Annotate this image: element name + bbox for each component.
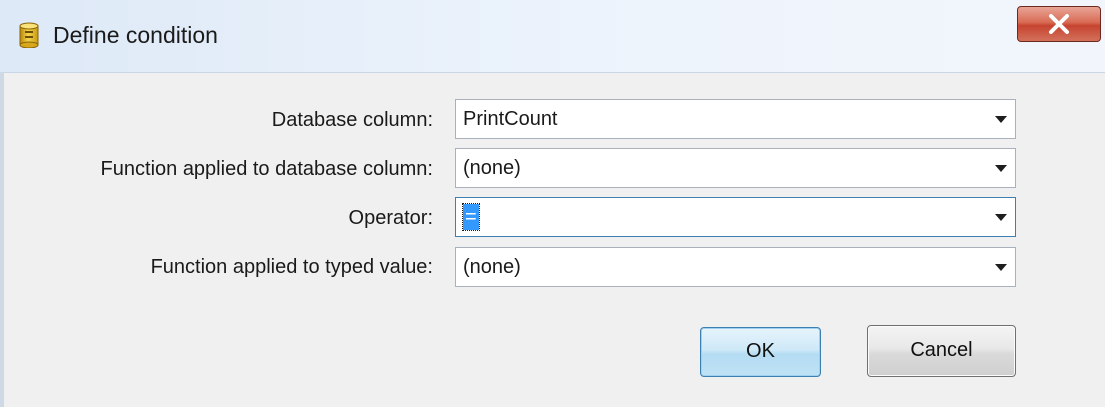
chevron-down-icon[interactable]: [995, 116, 1007, 123]
column-function-label: Function applied to database column:: [100, 158, 433, 180]
title-bar[interactable]: Define condition: [0, 0, 1105, 73]
chevron-down-icon[interactable]: [995, 264, 1007, 271]
database-column-select[interactable]: PrintCount: [455, 99, 1016, 139]
ok-button[interactable]: OK: [700, 327, 821, 377]
typed-value-function-select[interactable]: (none): [455, 247, 1016, 287]
define-condition-dialog: Define condition Database column: PrintC…: [0, 0, 1105, 407]
operator-select[interactable]: =: [455, 197, 1016, 237]
typed-value-function-value: (none): [463, 256, 521, 278]
chevron-down-icon[interactable]: [995, 165, 1007, 172]
database-icon: [18, 22, 40, 49]
close-button[interactable]: [1017, 6, 1101, 42]
operator-label: Operator:: [348, 207, 433, 229]
operator-value: =: [462, 203, 480, 231]
cancel-button[interactable]: Cancel: [867, 325, 1016, 377]
column-function-select[interactable]: (none): [455, 148, 1016, 188]
chevron-down-icon[interactable]: [995, 214, 1007, 221]
column-function-value: (none): [463, 157, 521, 179]
close-icon: [1049, 14, 1069, 34]
database-column-value: PrintCount: [463, 108, 558, 130]
window-border: [0, 72, 4, 407]
database-column-label: Database column:: [271, 109, 433, 131]
typed-value-function-label: Function applied to typed value:: [150, 256, 433, 278]
dialog-title: Define condition: [53, 22, 218, 48]
